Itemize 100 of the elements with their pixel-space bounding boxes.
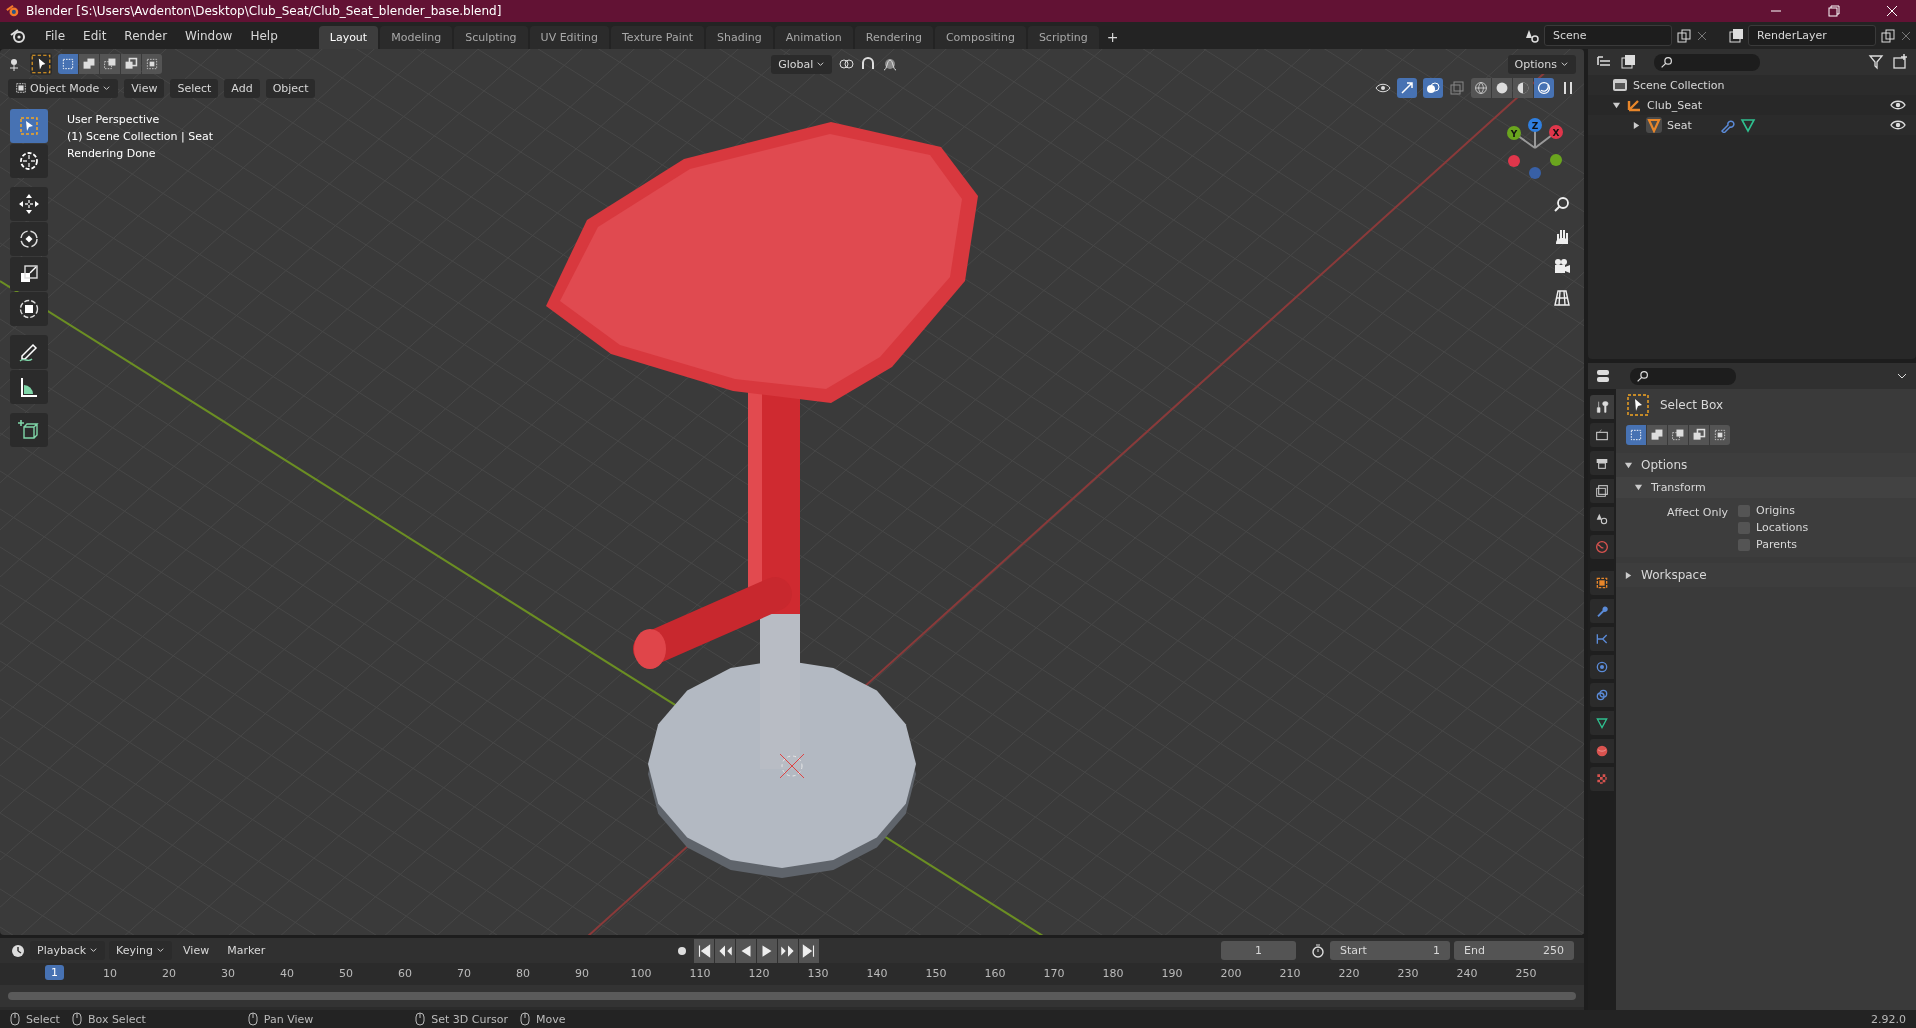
scrollbar[interactable] — [8, 992, 1576, 1001]
toolbar-button[interactable] — [10, 413, 48, 447]
shading-mode-button[interactable] — [1534, 78, 1554, 98]
expand-triangle-icon[interactable] — [1632, 120, 1641, 130]
viewport-menu[interactable]: View — [124, 78, 165, 98]
play-reverse-icon[interactable] — [736, 938, 757, 963]
menu-item[interactable]: Help — [243, 25, 285, 46]
properties-tab[interactable] — [1590, 599, 1614, 623]
navigation-gizmo[interactable]: Z Y X — [1500, 115, 1570, 195]
workspace-tab[interactable]: Animation — [774, 26, 853, 49]
workspace-tab[interactable]: Modeling — [380, 26, 453, 49]
properties-tab[interactable] — [1590, 655, 1614, 679]
clock-icon[interactable] — [10, 942, 26, 959]
gizmo-toggle-icon[interactable] — [1397, 78, 1417, 98]
menu-item[interactable]: Window — [178, 25, 240, 46]
blender-menu-icon[interactable] — [10, 27, 26, 44]
current-frame-field[interactable]: 1 — [1221, 941, 1296, 961]
toolbar-button[interactable] — [10, 370, 48, 404]
next-keyframe-icon[interactable] — [778, 938, 799, 963]
xray-icon[interactable] — [1449, 80, 1465, 96]
menu-item[interactable]: Edit — [76, 25, 114, 46]
image-stack-icon[interactable] — [1620, 54, 1636, 70]
options-dropdown[interactable]: Options — [1507, 54, 1576, 74]
select-mode-button[interactable] — [1689, 425, 1709, 445]
select-mode-button[interactable] — [142, 54, 162, 74]
filter-icon[interactable] — [1868, 54, 1884, 70]
properties-tab[interactable] — [1590, 683, 1614, 707]
shading-mode-button[interactable] — [1513, 78, 1533, 98]
viewport[interactable]: Global Options Object Mode View Select Add Object User Perspective (1) Scene Collection | Seat Rendering Done Z Y X — [0, 49, 1584, 936]
properties-tab[interactable] — [1590, 711, 1614, 735]
proportional-icon[interactable] — [882, 56, 899, 72]
new-collection-icon[interactable] — [1892, 54, 1908, 70]
play-icon[interactable] — [757, 938, 778, 963]
toolbar-button[interactable] — [10, 144, 48, 178]
select-mode-button[interactable] — [1626, 425, 1646, 445]
jump-end-icon[interactable] — [799, 938, 820, 963]
close-icon[interactable] — [1886, 5, 1898, 17]
add-workspace-button[interactable]: + — [1100, 25, 1125, 49]
expand-triangle-icon[interactable] — [1612, 100, 1621, 110]
properties-tab[interactable] — [1590, 423, 1614, 447]
restore-icon[interactable] — [1828, 5, 1840, 17]
properties-tab[interactable] — [1590, 627, 1614, 651]
shading-mode-button[interactable] — [1492, 78, 1512, 98]
workspace-tab[interactable]: UV Editing — [529, 26, 609, 49]
properties-tab[interactable] — [1590, 739, 1614, 763]
orientation-dropdown[interactable]: Global — [771, 54, 833, 74]
workspace-tab[interactable]: Sculpting — [454, 26, 528, 49]
image-stack-icon[interactable] — [1728, 27, 1744, 44]
select-mode-button[interactable] — [58, 54, 78, 74]
workspace-tab[interactable]: Shading — [705, 26, 773, 49]
select-mode-button[interactable] — [1668, 425, 1688, 445]
copy-icon[interactable] — [1676, 27, 1692, 44]
transform-subpanel-header[interactable]: Transform — [1616, 477, 1916, 498]
workspace-tab[interactable]: Layout — [318, 26, 379, 49]
overlay-toggle-icon[interactable] — [1423, 78, 1443, 98]
stopwatch-icon[interactable] — [1310, 942, 1326, 959]
toolbar-button[interactable] — [10, 187, 48, 221]
checkbox[interactable]: Parents — [1738, 538, 1809, 551]
properties-tab[interactable] — [1590, 395, 1614, 419]
view-layer-field[interactable]: RenderLayer — [1748, 25, 1876, 46]
search-field[interactable] — [1630, 367, 1736, 385]
select-mode-button[interactable] — [1647, 425, 1667, 445]
start-frame-field[interactable]: Start 1 — [1330, 941, 1450, 961]
outliner-item[interactable]: Club_Seat — [1647, 98, 1702, 112]
select-mode-button[interactable] — [79, 54, 99, 74]
timeline-menu[interactable]: Marker — [220, 941, 273, 961]
select-mode-button[interactable] — [1710, 425, 1730, 445]
magnet-icon[interactable] — [860, 56, 877, 72]
toolbar-button[interactable] — [10, 222, 48, 256]
scene-field[interactable]: Scene — [1544, 25, 1672, 46]
triangle-mesh-icon[interactable] — [1739, 117, 1756, 133]
menu-item[interactable]: File — [38, 25, 73, 46]
workspace-tab[interactable]: Texture Paint — [611, 26, 704, 49]
pivot-icon[interactable] — [838, 56, 855, 72]
select-mode-button[interactable] — [100, 54, 120, 74]
end-frame-field[interactable]: End 250 — [1454, 941, 1574, 961]
timeline-menu[interactable]: Playback — [30, 941, 106, 961]
grid-icon[interactable] — [1552, 288, 1572, 308]
properties-tab[interactable] — [1590, 451, 1614, 475]
viewport-menu[interactable]: Add — [224, 78, 260, 98]
jump-start-icon[interactable] — [694, 938, 715, 963]
select-mode-button[interactable] — [121, 54, 141, 74]
timeline-menu[interactable]: Keying — [109, 941, 173, 961]
properties-tab[interactable] — [1590, 479, 1614, 503]
previous-keyframe-icon[interactable] — [715, 938, 736, 963]
properties-tab[interactable] — [1590, 767, 1614, 791]
viewport-menu[interactable]: Object — [265, 78, 316, 98]
shading-mode-button[interactable] — [1471, 78, 1491, 98]
editor-type-icon[interactable] — [1596, 368, 1612, 384]
viewport-menu[interactable]: Select — [170, 78, 219, 98]
checkbox[interactable]: Locations — [1738, 521, 1809, 534]
outliner-item[interactable]: Scene Collection — [1633, 78, 1725, 92]
checkbox[interactable]: Origins — [1738, 504, 1809, 517]
menu-item[interactable]: Render — [117, 25, 175, 46]
timeline-menu[interactable]: View — [176, 941, 217, 961]
wrench-icon[interactable] — [1718, 117, 1735, 133]
mode-dropdown[interactable]: Object Mode — [8, 78, 119, 98]
properties-tab[interactable] — [1590, 571, 1614, 595]
playhead[interactable]: 1 — [45, 965, 64, 981]
workspace-tab[interactable]: Compositing — [934, 26, 1026, 49]
